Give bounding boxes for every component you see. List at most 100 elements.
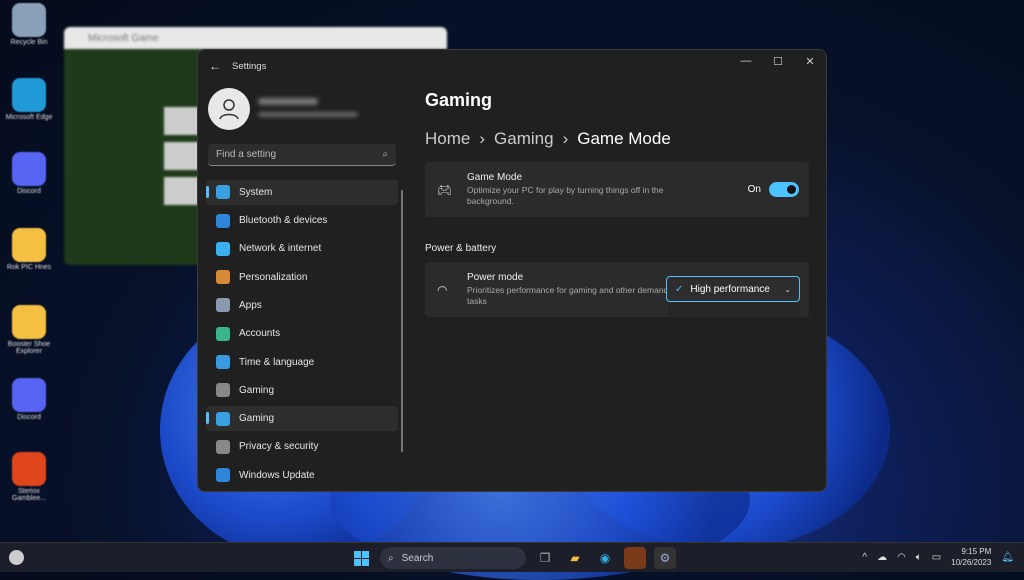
- brush-icon: [216, 270, 230, 285]
- volume-icon[interactable]: 🔈︎: [916, 552, 922, 563]
- desktop-icon-label: Microsoft Edge: [5, 114, 53, 121]
- search-icon: ⌕: [388, 552, 394, 564]
- sidebar-item-label: Network & internet: [239, 243, 322, 255]
- sidebar-nav: System Bluetooth & devices Network & inter…: [206, 180, 398, 491]
- sidebar-item-gaming[interactable]: Gaming: [206, 406, 398, 431]
- gauge-icon: ◠: [437, 282, 448, 297]
- file-explorer-icon[interactable]: ▰: [564, 547, 586, 569]
- desktop-icon-label: Discord: [17, 414, 41, 421]
- section-heading: Power & battery: [425, 243, 497, 254]
- power-mode-value: High performance: [690, 283, 770, 295]
- clock[interactable]: 9:15 PM 10/26/2023: [951, 546, 991, 568]
- search-icon: ⌕: [382, 149, 388, 160]
- sidebar-item-privacy-security[interactable]: Privacy & security: [206, 435, 398, 460]
- sidebar-item-label: Bluetooth & devices: [239, 215, 328, 227]
- check-icon: ✓: [675, 283, 684, 295]
- apps-icon: [216, 298, 230, 313]
- taskbar-search[interactable]: ⌕ Search: [380, 547, 526, 569]
- widgets-icon[interactable]: [9, 550, 24, 565]
- game-mode-card: 🎮︎ Game Mode Optimize your PC for play b…: [425, 162, 809, 217]
- search-input[interactable]: Find a setting ⌕: [208, 144, 396, 166]
- sidebar-item-label: System: [239, 186, 273, 198]
- desktop-icon[interactable]: Discord: [4, 152, 54, 195]
- sidebar-item-system[interactable]: System: [206, 180, 398, 205]
- desktop-icon[interactable]: Microsoft Edge: [4, 78, 54, 121]
- desktop-icon[interactable]: Steriox Gamblee...: [4, 452, 54, 502]
- sidebar-item-label: Gaming: [239, 413, 275, 425]
- wifi-icon[interactable]: ◠: [897, 552, 906, 563]
- power-mode-title: Power mode: [467, 272, 524, 283]
- app-icon: [12, 3, 46, 37]
- app-icon: [12, 378, 46, 412]
- breadcrumb-home[interactable]: Home: [425, 129, 470, 149]
- desktop-icon[interactable]: Booster Shoe Explorer: [4, 305, 54, 355]
- sidebar-item-time-language[interactable]: Time & language: [206, 350, 398, 375]
- app-icon: [12, 228, 46, 262]
- settings-gear-icon[interactable]: ⚙: [654, 547, 676, 569]
- sidebar-item-accounts[interactable]: Accounts: [206, 321, 398, 346]
- power-mode-dropdown[interactable]: ✓ High performance ⌄: [666, 276, 800, 302]
- sidebar-item-label: Gaming: [239, 384, 275, 396]
- sidebar-item-network-internet[interactable]: Network & internet: [206, 237, 398, 262]
- game-app-icon[interactable]: [624, 547, 646, 569]
- app-icon: [12, 452, 46, 486]
- desktop-icon[interactable]: Recycle Bin: [4, 3, 54, 46]
- avatar[interactable]: [208, 88, 250, 130]
- breadcrumb-current: Game Mode: [577, 129, 671, 148]
- globe-icon: [216, 355, 230, 370]
- desktop-icon-label: Rok PIC Hnes: [6, 264, 52, 271]
- time: 9:15 PM: [961, 547, 992, 556]
- desktop-icon-label: Recycle Bin: [10, 39, 48, 46]
- sidebar-item-bluetooth-devices[interactable]: Bluetooth & devices: [206, 208, 398, 233]
- desktop-icon-label: Steriox Gamblee...: [11, 488, 47, 502]
- controller-icon: [216, 383, 230, 398]
- back-button[interactable]: ←: [198, 59, 232, 73]
- task-view-icon[interactable]: ❐: [534, 547, 556, 569]
- window-title: Settings: [232, 60, 267, 72]
- battery-icon[interactable]: ▭: [932, 552, 941, 563]
- update-icon: [216, 468, 230, 483]
- accessibility-icon: [216, 411, 230, 426]
- edge-icon[interactable]: ◉: [594, 547, 616, 569]
- bluetooth-icon: [216, 213, 230, 228]
- power-mode-card: ◠ Power mode Prioritizes performance for…: [425, 262, 809, 317]
- game-mode-title: Game Mode: [467, 172, 523, 183]
- desktop-icon-label: Booster Shoe Explorer: [7, 341, 51, 355]
- sidebar-scrollbar[interactable]: [401, 190, 403, 452]
- sidebar-item-apps[interactable]: Apps: [206, 293, 398, 318]
- breadcrumb: Home › Gaming › Game Mode: [425, 129, 671, 149]
- person-icon: [219, 99, 239, 120]
- sidebar-item-label: Time & language: [239, 356, 315, 368]
- sidebar-item-gaming[interactable]: Gaming: [206, 378, 398, 403]
- sidebar-item-label: Accounts: [239, 328, 281, 340]
- chevron-up-icon[interactable]: ^: [862, 552, 867, 563]
- chevron-down-icon: ⌄: [784, 284, 791, 294]
- search-label: Search: [401, 552, 434, 564]
- sidebar-item-personalization[interactable]: Personalization: [206, 265, 398, 290]
- controller-icon: 🎮︎: [437, 182, 453, 197]
- game-mode-desc: Optimize your PC for play by turning thi…: [467, 185, 664, 206]
- onedrive-icon[interactable]: ☁: [877, 552, 887, 563]
- breadcrumb-gaming[interactable]: Gaming: [494, 129, 554, 149]
- sidebar-item-windows-update[interactable]: Windows Update: [206, 463, 398, 488]
- page-title: Gaming: [425, 90, 493, 110]
- app-icon: [12, 78, 46, 112]
- app-icon: [12, 152, 46, 186]
- sidebar-item-label: Windows Update: [239, 469, 315, 481]
- app-icon: [12, 305, 46, 339]
- wifi-icon: [216, 241, 230, 256]
- desktop-icon-label: Discord: [17, 188, 41, 195]
- notification-bell-icon[interactable]: 🔔︎: [1001, 552, 1014, 563]
- desktop-icon[interactable]: Discord: [4, 378, 54, 421]
- window-title: Microsoft Game: [88, 32, 159, 44]
- date: 10/26/2023: [951, 558, 992, 567]
- sidebar-item-label: Apps: [239, 299, 262, 311]
- desktop-icon[interactable]: Rok PIC Hnes: [4, 228, 54, 271]
- user-email-blurred: [258, 112, 358, 117]
- person-icon: [216, 326, 230, 341]
- start-icon[interactable]: [350, 547, 372, 569]
- toggle-state-label: On: [747, 184, 761, 195]
- taskbar: ⌕ Search ❐ ▰ ◉ ⚙ ^ ☁ ◠ 🔈︎ ▭ 9:15 PM 10/26/…: [0, 542, 1024, 572]
- game-mode-toggle[interactable]: [769, 182, 799, 197]
- shield-icon: [216, 439, 230, 454]
